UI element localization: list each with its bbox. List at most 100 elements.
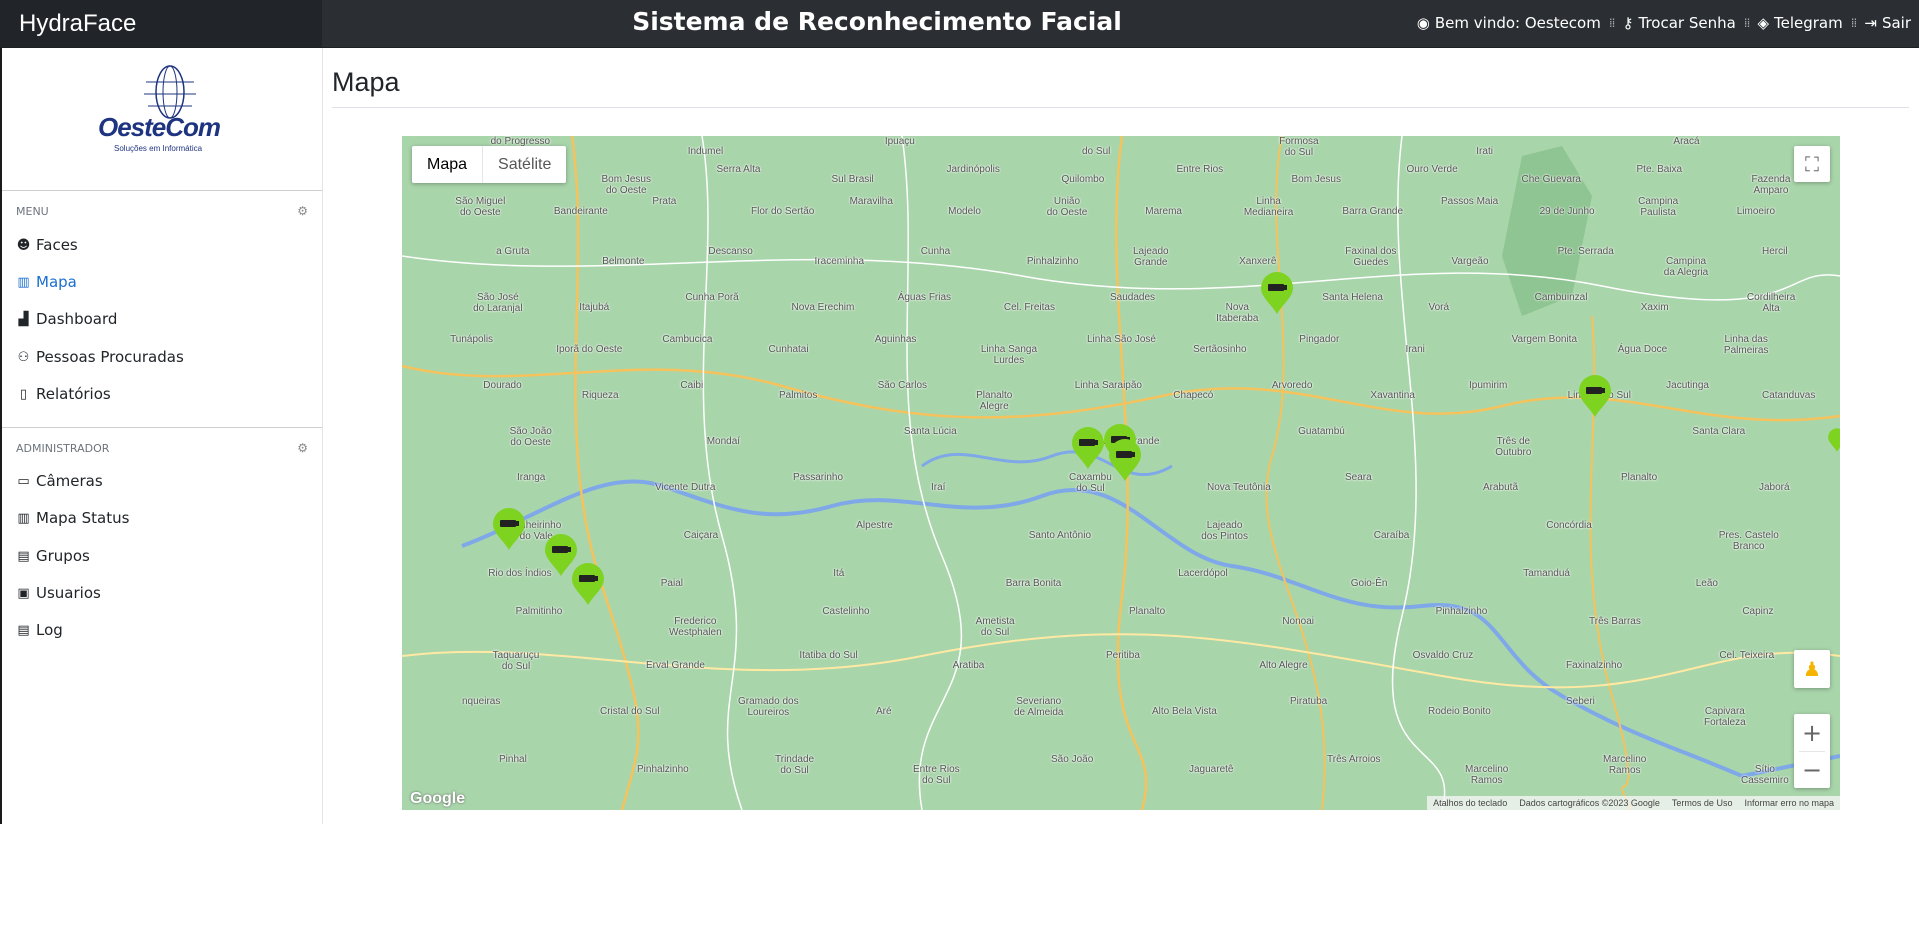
map-city-label: Cunhatai	[768, 344, 809, 355]
map-data-credit: Dados cartográficos ©2023 Google	[1519, 798, 1660, 808]
top-navbar: HydraFace Sistema de Reconhecimento Faci…	[0, 0, 1919, 48]
map-city-label: Prata	[652, 196, 677, 207]
map-city-label: Cel. Freitas	[1003, 302, 1055, 313]
map-city-label: Santa Helena	[1322, 292, 1383, 303]
map-city-label: Itá	[833, 568, 845, 579]
map-city-label: Nova Itaberaba	[1216, 302, 1259, 324]
map-city-label: Barra Bonita	[1005, 578, 1062, 589]
map-city-label: Vorá	[1428, 302, 1450, 313]
sidebar-item-cameras[interactable]: ▭ Câmeras	[16, 472, 102, 490]
map-city-label: Palmitos	[779, 390, 818, 401]
map-city-label: Goio-Ên	[1350, 578, 1388, 589]
sidebar-item-usuarios[interactable]: ▣ Usuarios	[16, 584, 100, 602]
map-type-map-button[interactable]: Mapa	[412, 146, 482, 183]
fullscreen-icon: ⛶	[1805, 152, 1819, 176]
logout-label: Sair	[1881, 14, 1911, 32]
logout-link[interactable]: ⇥ Sair	[1856, 14, 1919, 32]
sidebar-item-dashboard[interactable]: ▟ Dashboard	[16, 310, 118, 328]
map-city-label: Leão	[1695, 578, 1718, 589]
map-city-label: Linha Saraipão	[1074, 380, 1142, 391]
map-city-label: Entre Rios do Sul	[913, 764, 960, 786]
map-city-label: São José do Laranjal	[473, 292, 523, 314]
change-password-label: Trocar Senha	[1638, 14, 1736, 32]
map-city-label: Aracá	[1673, 136, 1700, 147]
map-city-label: Pinhalzinho	[637, 764, 689, 775]
map-city-label: Planalto	[1129, 606, 1166, 617]
map-city-label: Xavantina	[1370, 390, 1415, 401]
sidebar-item-pessoas-procuradas[interactable]: ⚇ Pessoas Procuradas	[16, 348, 184, 366]
camera-marker[interactable]	[1827, 418, 1840, 462]
map-city-label: Nova Erechim	[791, 302, 855, 313]
clipboard-icon: ▯	[19, 386, 28, 402]
camera-marker[interactable]	[1070, 426, 1106, 470]
camera-marker[interactable]	[1107, 438, 1143, 482]
sidebar-item-label: Relatórios	[36, 385, 111, 403]
sidebar-item-log[interactable]: ▤ Log	[16, 621, 62, 639]
map-city-label: Entre Rios	[1176, 164, 1224, 175]
sidebar-item-label: Dashboard	[36, 310, 118, 328]
zoom-in-button[interactable]: +	[1794, 715, 1830, 751]
gear-icon[interactable]: ⚙	[297, 441, 308, 455]
keyboard-shortcuts-link[interactable]: Atalhos do teclado	[1433, 796, 1507, 810]
sidebar-item-faces[interactable]: ☻ Faces	[16, 236, 78, 254]
sidebar-item-grupos[interactable]: ▤ Grupos	[16, 547, 89, 565]
map-city-label: Ipuaçu	[884, 136, 915, 147]
map-city-label: Iporã do Oeste	[556, 344, 623, 355]
map-city-label: Aré	[876, 706, 892, 717]
log-icon: ▤	[17, 622, 30, 638]
map-city-label: Piratuba	[1290, 696, 1328, 707]
map-view[interactable]: do Progresso Indumel Ipuaçu do Sul Formosa d…	[402, 136, 1840, 810]
fullscreen-button[interactable]: ⛶	[1794, 146, 1830, 182]
map-city-label: Lacerdópol	[1178, 568, 1228, 579]
map-city-label: Três Arroios	[1327, 754, 1381, 765]
map-type-satellite-button[interactable]: Satélite	[482, 146, 566, 183]
sidebar-item-relatorios[interactable]: ▯ Relatórios	[16, 385, 111, 403]
map-city-label: Capinz	[1742, 606, 1774, 617]
map-city-label: Passos Maia	[1441, 196, 1499, 207]
map-city-label: do Sul	[1082, 146, 1111, 157]
map-city-label: Águas Frias	[897, 292, 952, 303]
map-city-label: Gramado dos Loureiros	[738, 696, 799, 718]
map-city-label: Limoeiro	[1736, 206, 1776, 217]
zoom-out-button[interactable]: −	[1794, 752, 1830, 788]
plus-icon: +	[1801, 718, 1823, 747]
top-nav: ◉ Bem vindo: Oestecom ⁞⁞ ⚷ Trocar Senha …	[1409, 14, 1919, 32]
logout-icon: ⇥	[1864, 14, 1877, 32]
map-city-label: Flor do Sertão	[751, 206, 815, 217]
user-icon: ▣	[17, 585, 30, 601]
map-city-label: Alpestre	[856, 520, 893, 531]
map-city-label: Descanso	[708, 246, 753, 257]
map-city-label: Palmitinho	[515, 606, 563, 617]
map-city-label: Planalto	[1621, 472, 1658, 483]
telegram-label: Telegram	[1773, 14, 1843, 32]
change-password-link[interactable]: ⚷ Trocar Senha	[1614, 14, 1743, 32]
map-city-label: Irani	[1405, 344, 1425, 355]
welcome-label: Bem vindo: Oestecom	[1434, 14, 1601, 32]
map-city-label: Iranga	[517, 472, 546, 483]
sidebar-item-mapa[interactable]: ▥ Mapa	[16, 273, 77, 291]
telegram-icon: ◈	[1757, 14, 1769, 32]
camera-marker[interactable]	[1577, 374, 1613, 418]
welcome-user-link[interactable]: ◉ Bem vindo: Oestecom	[1409, 14, 1609, 32]
map-city-label: Arabutã	[1483, 482, 1519, 493]
camera-marker[interactable]	[1259, 271, 1295, 315]
map-icon: ▥	[17, 510, 30, 526]
map-city-label: Taquaruçu do Sul	[492, 650, 540, 672]
camera-marker[interactable]	[570, 562, 606, 606]
report-error-link[interactable]: Informar erro no mapa	[1744, 796, 1834, 810]
google-logo: Google	[410, 790, 466, 807]
map-city-label: Sertãosinho	[1193, 344, 1247, 355]
telegram-link[interactable]: ◈ Telegram	[1749, 14, 1850, 32]
map-city-label: Três Barras	[1589, 616, 1641, 627]
gear-icon[interactable]: ⚙	[297, 204, 308, 218]
map-city-label: a Gruta	[496, 246, 530, 257]
map-city-label: Fazenda Amparo	[1751, 174, 1791, 196]
street-view-pegman[interactable]: ♟	[1794, 650, 1830, 688]
map-city-label: Planalto Alegre	[976, 390, 1013, 412]
terms-link[interactable]: Termos de Uso	[1672, 796, 1733, 810]
camera-marker[interactable]	[491, 507, 527, 551]
sidebar-item-mapa-status[interactable]: ▥ Mapa Status	[16, 509, 129, 527]
menu-section-label: MENU	[16, 205, 49, 218]
map-city-label: Severiano de Almeida	[1014, 696, 1064, 718]
map-city-label: 29 de Junho	[1539, 206, 1595, 217]
